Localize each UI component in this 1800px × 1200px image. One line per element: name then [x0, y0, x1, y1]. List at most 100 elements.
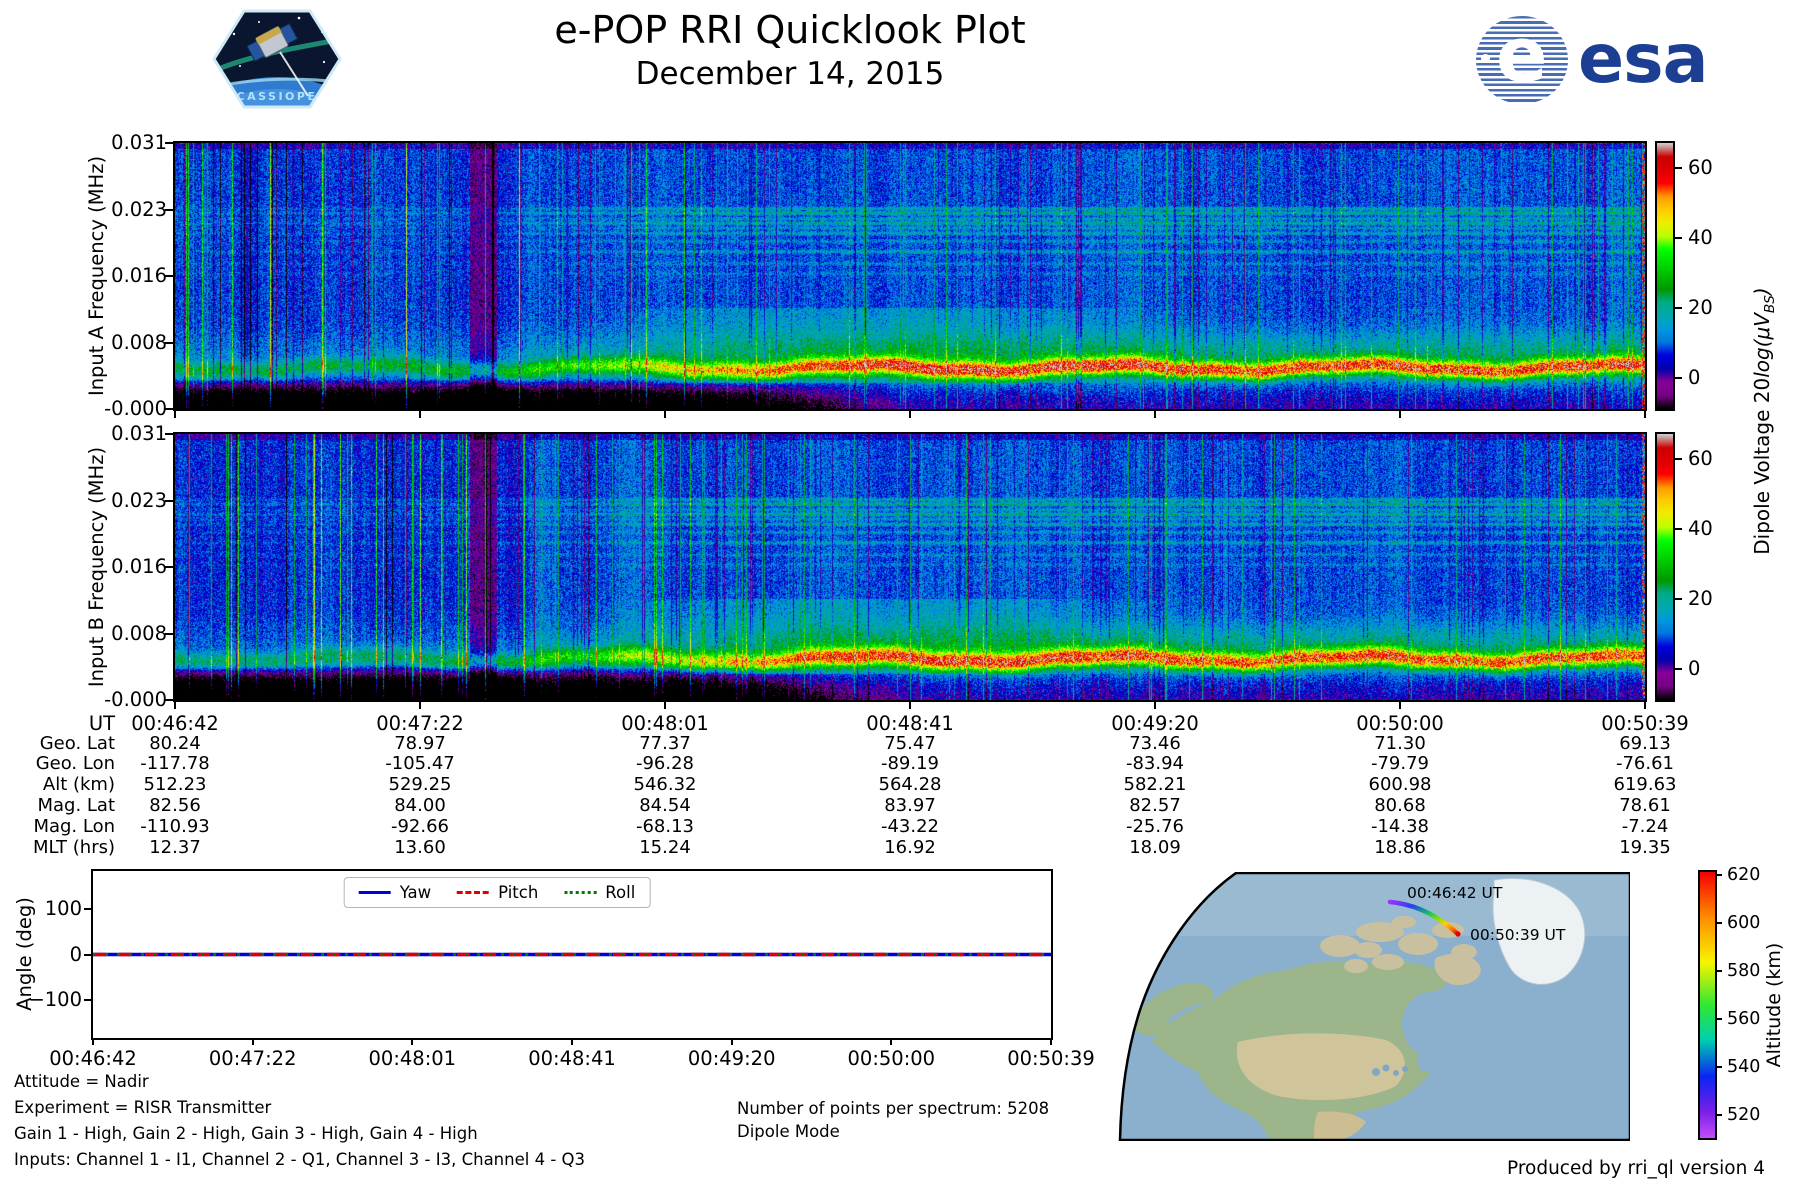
ephemeris-cell: 83.97	[884, 795, 936, 816]
spectrogram-a-xtick-mark	[1154, 411, 1156, 418]
angle-xtick-label: 00:48:01	[368, 1047, 457, 1070]
legend-label-pitch: Pitch	[498, 883, 539, 902]
dipole-colorbar-b-frame	[1655, 432, 1675, 702]
ephemeris-cell: -83.94	[1125, 753, 1185, 774]
dipole-colorbar-tick-label: 20	[1688, 586, 1713, 610]
altitude-colorbar-tick-label: 580	[1727, 961, 1761, 981]
spectrogram-a-ytick-label: 0.016	[111, 264, 167, 287]
spectrogram-b-xtick-mark	[1399, 702, 1401, 709]
altitude-colorbar-tick-label: 520	[1727, 1105, 1761, 1125]
ephemeris-cell: 78.97	[394, 733, 446, 754]
ephemeris-cell: -68.13	[635, 816, 695, 837]
dipole-colorbar-tick-label: 0	[1688, 656, 1701, 680]
angle-ytick-mark	[84, 998, 92, 1001]
ephemeris-cell: 619.63	[1613, 774, 1677, 795]
spectrogram-a-xtick-mark	[909, 411, 911, 418]
angle-xtick-label: 00:50:00	[847, 1047, 936, 1070]
spectrogram-a-ytick-label: -0.000	[104, 397, 167, 420]
spectrogram-a-ytick-label: 0.008	[111, 330, 167, 354]
dipole-colorbar-tick-mark	[1675, 597, 1682, 600]
angle-ytick-mark	[84, 953, 92, 956]
spectrogram-a-xtick-mark	[419, 411, 421, 418]
spectrogram-b-ytick-mark	[165, 632, 173, 635]
spectrogram-b-xtick-mark	[419, 702, 421, 709]
spectrogram-b-frame	[173, 432, 1647, 702]
attitude-note: Attitude = Nadir	[14, 1072, 149, 1091]
ephemeris-cell: 75.47	[884, 733, 936, 754]
angle-xtick-label: 00:49:20	[687, 1047, 776, 1070]
dipole-colorbar-a	[1657, 143, 1673, 409]
ephemeris-cell: 82.57	[1129, 795, 1181, 816]
ephemeris-cell: 77.37	[639, 733, 691, 754]
spectrogram-b-ytick-label: 0.008	[111, 621, 167, 645]
dipole-colorbar-tick-mark	[1675, 667, 1682, 670]
angle-ytick-label: 100	[44, 897, 82, 921]
dipole-label-close: )	[1750, 287, 1774, 296]
legend-item-pitch: Pitch	[457, 883, 538, 902]
angle-xtick-label: 00:50:39	[1007, 1047, 1095, 1070]
ephemeris-cell: 18.09	[1129, 837, 1181, 858]
ephemeris-cell: 78.61	[1619, 795, 1671, 816]
angle-xtick-label: 00:46:42	[49, 1047, 137, 1070]
track-end-point	[1455, 931, 1461, 937]
ephemeris-cell: 15.24	[639, 837, 691, 858]
dipole-colorbar-tick-label: 0	[1688, 365, 1701, 389]
spectrogram-a-ytick-mark	[165, 208, 173, 211]
spectrogram-a-xtick-mark	[664, 411, 666, 418]
points-per-spectrum-note: Number of points per spectrum: 5208	[737, 1099, 1050, 1118]
spectrogram-b-heatmap	[175, 434, 1645, 700]
dipole-colorbar-tick-mark	[1675, 166, 1682, 169]
altitude-colorbar-tick-label: 540	[1727, 1057, 1761, 1077]
spectrogram-a-heatmap	[175, 143, 1645, 409]
dipole-colorbar-a-frame	[1655, 141, 1675, 411]
esa-wordmark: esa	[1578, 20, 1708, 99]
yaw-line-sample	[358, 891, 391, 894]
dipole-colorbar-tick-mark	[1675, 306, 1682, 309]
angle-ytick-label: −100	[28, 987, 82, 1011]
ephemeris-cell: 82.56	[149, 795, 201, 816]
ephemeris-cell: 00:49:20	[1111, 712, 1199, 735]
ephemeris-cell: -89.19	[880, 753, 940, 774]
inputs-note: Inputs: Channel 1 - I1, Channel 2 - Q1, …	[14, 1150, 585, 1169]
ephemeris-cell: 19.35	[1619, 837, 1671, 858]
track-end-label: 00:50:39 UT	[1470, 926, 1566, 944]
experiment-note: Experiment = RISR Transmitter	[14, 1098, 272, 1117]
spectrogram-b-ytick-label: 0.023	[111, 488, 167, 512]
angle-xtick-mark	[730, 1038, 733, 1045]
ephemeris-cell: 00:46:42	[131, 712, 219, 735]
spectrogram-a-ytick-mark	[165, 142, 173, 144]
spectrogram-a-ytick-label: 0.031	[111, 131, 167, 154]
ephemeris-cell: 80.68	[1374, 795, 1426, 816]
legend-item-yaw: Yaw	[358, 883, 431, 902]
ephemeris-cell: 18.86	[1374, 837, 1426, 858]
ephemeris-cell: 12.37	[149, 837, 201, 858]
dipole-colorbar-label: Dipole Voltage 20log(μVBS)	[1750, 287, 1778, 554]
dipole-label-open: (μV	[1750, 313, 1774, 348]
ephemeris-cell: 69.13	[1619, 733, 1671, 754]
angle-xtick-mark	[251, 1038, 254, 1045]
gains-note: Gain 1 - High, Gain 2 - High, Gain 3 - H…	[14, 1124, 478, 1143]
spectrogram-a-ytick-mark	[165, 275, 173, 277]
ephemeris-cell: -7.24	[1621, 816, 1669, 837]
spectrogram-b-xtick-mark	[664, 702, 666, 709]
produced-by-note: Produced by rri_ql version 4	[1506, 1158, 1765, 1179]
spectrogram-a-ytick-mark	[165, 341, 173, 344]
spectrogram-b-ytick-mark	[165, 566, 173, 568]
dipole-colorbar-tick-label: 60	[1688, 446, 1713, 470]
altitude-colorbar-tick-mark	[1715, 922, 1722, 924]
altitude-colorbar-tick-mark	[1715, 1114, 1722, 1116]
esa-e-glyph: e	[1496, 16, 1548, 99]
badge-label: CASSIOPE	[237, 90, 318, 103]
ephemeris-cell: 71.30	[1374, 733, 1426, 754]
esa-globe-icon: e	[1476, 16, 1568, 104]
ephemeris-cell: 00:50:00	[1356, 712, 1444, 735]
spectrogram-b-ytick-label: -0.000	[104, 688, 167, 711]
dipole-label-subscript: BS	[1762, 295, 1778, 314]
altitude-colorbar-tick-mark	[1715, 874, 1722, 876]
spectrogram-b-ytick-mark	[165, 499, 173, 502]
spectrogram-a-xtick-mark	[1399, 411, 1401, 418]
ephemeris-cell: 00:48:41	[866, 712, 954, 735]
dipole-colorbar-tick-mark	[1675, 457, 1682, 460]
altitude-colorbar-tick-mark	[1715, 1018, 1722, 1020]
spectrogram-a-xtick-mark	[174, 411, 176, 418]
